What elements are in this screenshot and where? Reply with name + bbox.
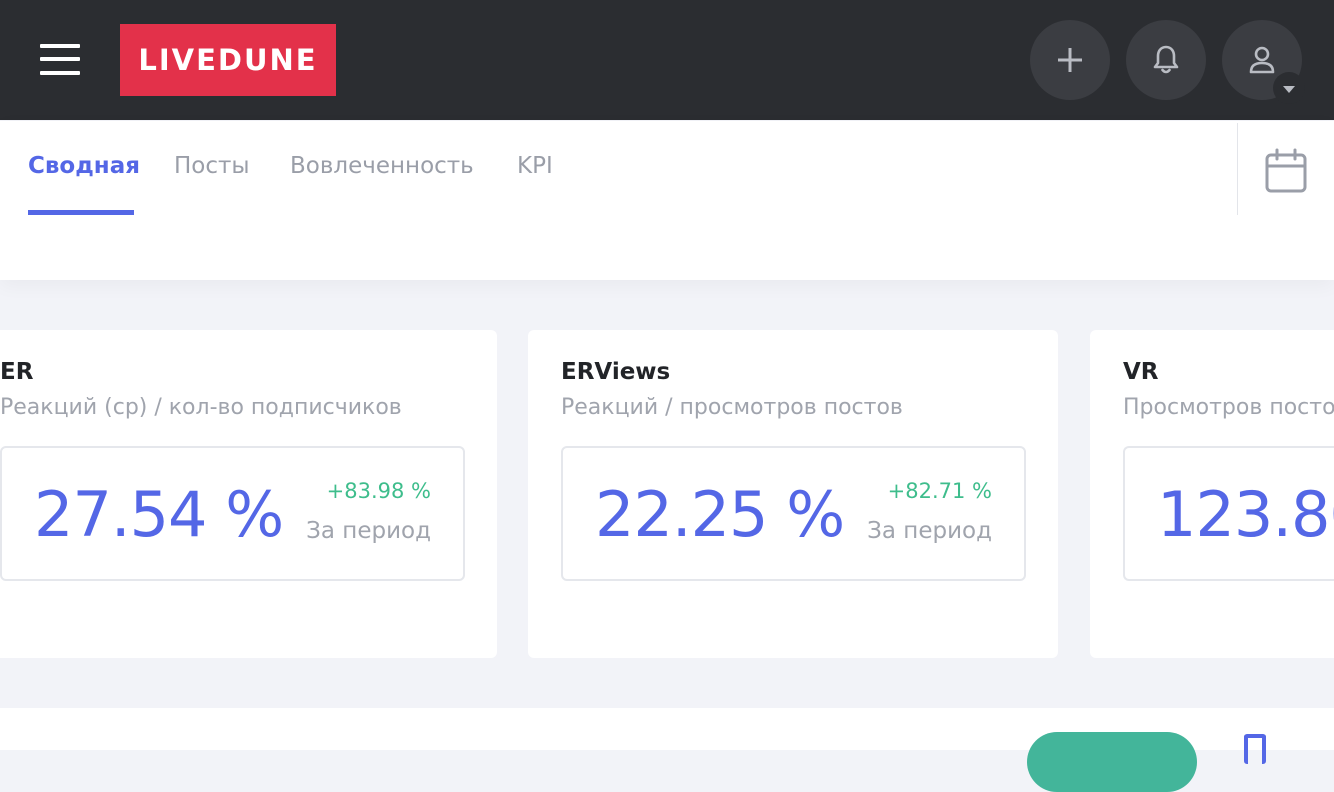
card-subtitle: Просмотров постов bbox=[1123, 395, 1334, 420]
metric-value: 22.25 % bbox=[595, 478, 845, 551]
metric-value: 123.80 bbox=[1157, 478, 1334, 551]
card-subtitle: Реакций / просмотров постов bbox=[561, 395, 903, 420]
active-tab-indicator bbox=[28, 210, 134, 215]
bottom-action-button[interactable] bbox=[1027, 732, 1197, 792]
tab-bar-divider bbox=[1237, 123, 1238, 215]
top-navigation-bar: LIVEDUNE bbox=[0, 0, 1334, 120]
notifications-button[interactable] bbox=[1126, 20, 1206, 100]
metric-box: 22.25 % +82.71 % За период bbox=[561, 446, 1026, 581]
tab-kpi[interactable]: KPI bbox=[517, 153, 553, 179]
metric-period-label: За период bbox=[867, 518, 992, 544]
bell-icon bbox=[1153, 45, 1179, 74]
tab-summary[interactable]: Сводная bbox=[28, 153, 140, 179]
metric-delta: +83.98 % bbox=[326, 479, 431, 503]
tab-bar: Сводная Посты Вовлеченность KPI bbox=[0, 121, 1334, 280]
metric-period-label: За период bbox=[306, 518, 431, 544]
card-subtitle: Реакций (ср) / кол-во подписчиков bbox=[0, 395, 402, 420]
card-title: ER bbox=[0, 359, 34, 385]
metric-box: 123.80 bbox=[1123, 446, 1334, 581]
card-title: ERViews bbox=[561, 359, 671, 385]
mobile-device-icon[interactable] bbox=[1244, 734, 1266, 764]
metric-box: 27.54 % +83.98 % За период bbox=[0, 446, 465, 581]
add-button[interactable] bbox=[1030, 20, 1110, 100]
calendar-icon[interactable] bbox=[1264, 147, 1308, 195]
user-icon bbox=[1249, 46, 1275, 74]
livedune-logo[interactable]: LIVEDUNE bbox=[120, 24, 336, 96]
metric-delta: +82.71 % bbox=[887, 479, 992, 503]
plus-icon bbox=[1058, 48, 1082, 72]
bottom-panel bbox=[0, 708, 1334, 792]
tab-posts[interactable]: Посты bbox=[174, 153, 250, 179]
card-title: VR bbox=[1123, 359, 1159, 385]
tab-engagement[interactable]: Вовлеченность bbox=[290, 153, 474, 179]
caret-down-icon[interactable] bbox=[1273, 72, 1305, 104]
hamburger-menu-icon[interactable] bbox=[40, 44, 80, 75]
metric-card-vr: VR Просмотров постов 123.80 bbox=[1090, 330, 1334, 658]
metric-value: 27.54 % bbox=[34, 478, 284, 551]
metric-card-erviews: ERViews Реакций / просмотров постов 22.2… bbox=[528, 330, 1058, 658]
metric-card-er: ER Реакций (ср) / кол-во подписчиков 27.… bbox=[0, 330, 497, 658]
